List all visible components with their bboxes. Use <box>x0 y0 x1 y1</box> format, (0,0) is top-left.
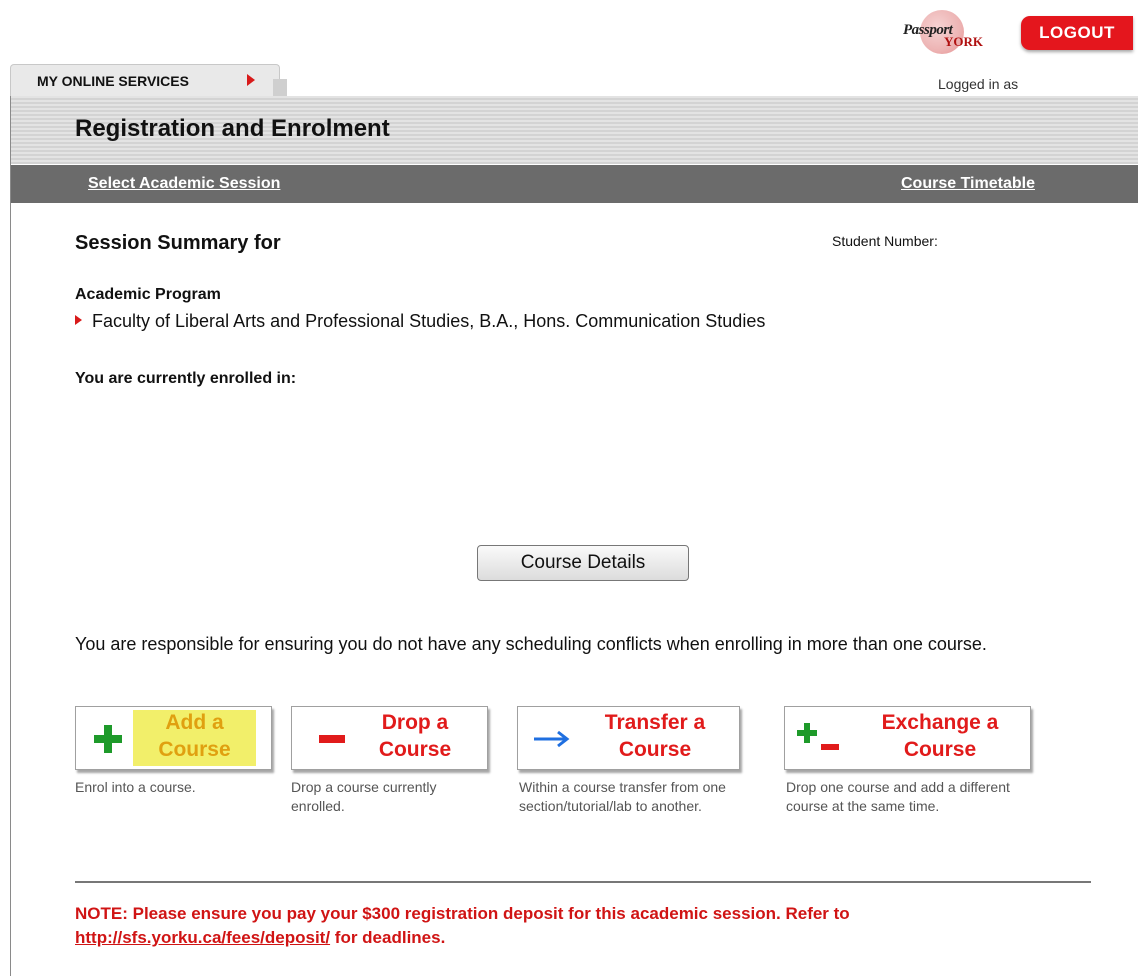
transfer-course-button[interactable]: Transfer a Course <box>517 706 740 770</box>
add-course-label-2: Course <box>158 738 231 761</box>
exchange-icon <box>797 723 839 750</box>
transfer-course-description: Within a course transfer from one sectio… <box>519 779 726 814</box>
exchange-course-label-2: Course <box>903 738 977 761</box>
divider <box>75 881 1091 883</box>
minus-icon <box>319 735 345 743</box>
transfer-course-label-2: Course <box>618 738 692 761</box>
course-timetable-link[interactable]: Course Timetable <box>901 175 1035 193</box>
deposit-note: NOTE: Please ensure you pay your $300 re… <box>75 902 1105 950</box>
academic-program-value: Faculty of Liberal Arts and Professional… <box>92 311 766 331</box>
exchange-course-description: Drop one course and add a different cour… <box>786 779 1010 814</box>
logged-in-status: Logged in as <box>938 76 1019 92</box>
caret-right-icon <box>247 74 255 86</box>
bullet-arrow-icon <box>75 315 82 325</box>
drop-course-button[interactable]: Drop a Course <box>291 706 488 770</box>
my-online-services-tab[interactable]: MY ONLINE SERVICES <box>10 64 287 97</box>
note-text-after: for deadlines. <box>330 928 446 947</box>
drop-course-description: Drop a course currently enrolled. <box>291 779 437 814</box>
exchange-course-button[interactable]: Exchange a Course <box>784 706 1031 770</box>
logo-text-york: YORK <box>944 34 983 49</box>
deposit-link[interactable]: http://sfs.yorku.ca/fees/deposit/ <box>75 928 330 947</box>
course-details-button[interactable]: Course Details <box>477 545 689 581</box>
logout-button[interactable]: LOGOUT <box>1021 16 1133 50</box>
passport-york-logo: Passport YORK <box>898 8 1018 54</box>
add-course-description: Enrol into a course. <box>75 779 196 795</box>
exchange-course-label-1: Exchange a <box>881 711 999 734</box>
add-course-label-1: Add a <box>165 711 224 734</box>
drop-course-label-2: Course <box>378 738 452 761</box>
content-frame <box>10 96 1138 976</box>
drop-course-label-1: Drop a <box>381 711 449 734</box>
academic-program-row: Faculty of Liberal Arts and Professional… <box>75 311 765 332</box>
page-title: Registration and Enrolment <box>75 115 390 142</box>
session-summary-title: Session Summary for <box>75 232 281 254</box>
currently-enrolled-label: You are currently enrolled in: <box>75 370 297 387</box>
scheduling-warning: You are responsible for ensuring you do … <box>75 634 987 654</box>
student-number-label: Student Number: <box>832 233 938 249</box>
transfer-course-label-1: Transfer a <box>604 711 706 734</box>
academic-program-label: Academic Program <box>75 286 221 303</box>
note-text-before: NOTE: Please ensure you pay your $300 re… <box>75 904 850 923</box>
arrow-right-icon <box>534 730 570 748</box>
select-academic-session-link[interactable]: Select Academic Session <box>88 175 280 193</box>
tab-label: MY ONLINE SERVICES <box>37 73 189 89</box>
plus-icon <box>94 725 122 753</box>
add-course-button[interactable]: Add a Course <box>75 706 272 770</box>
tab-fold-decoration <box>273 79 287 97</box>
